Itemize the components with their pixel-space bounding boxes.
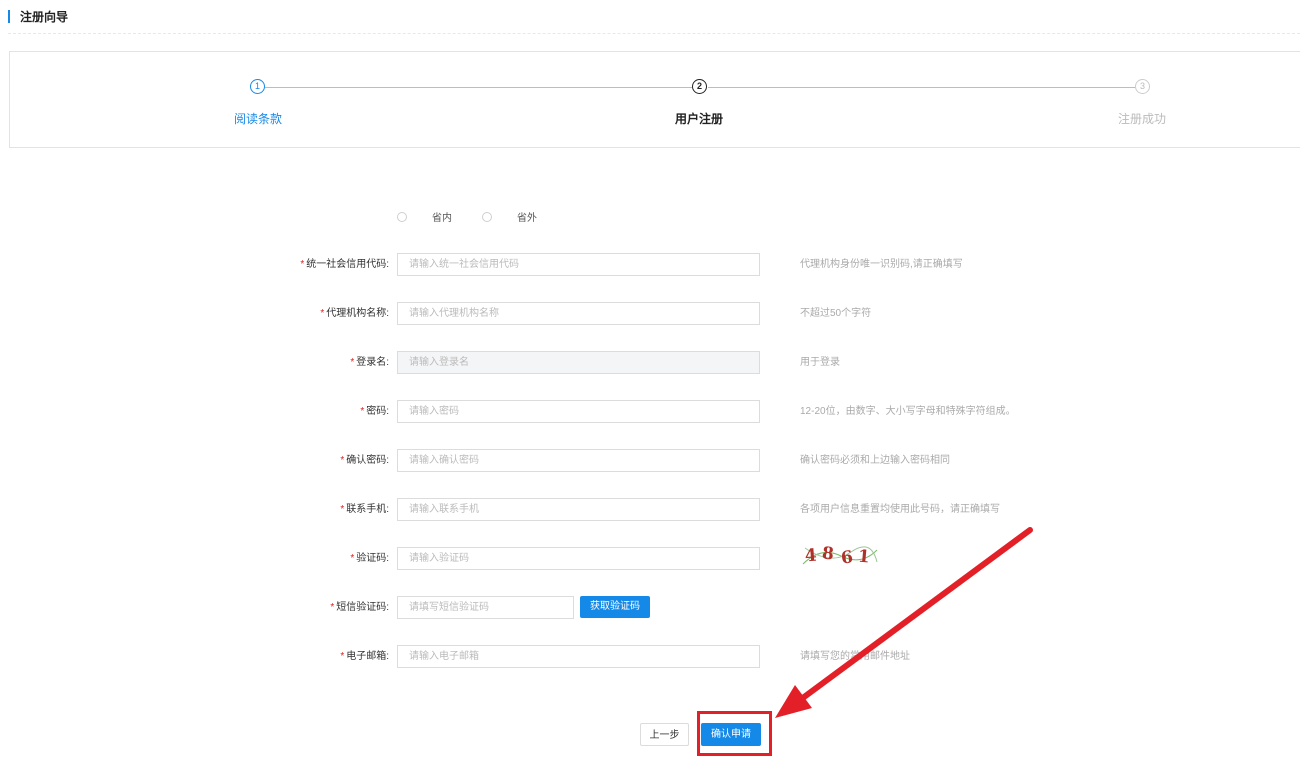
header-accent-bar: [8, 9, 10, 23]
phone-row: * 联系手机: 请输入联系手机 各项用户信息重置均使用此号码，请正确填写: [0, 498, 1300, 521]
step-1-circle: 1: [250, 79, 265, 94]
confirm-password-input[interactable]: 请输入确认密码: [397, 449, 760, 472]
credit-code-input[interactable]: 请输入统一社会信用代码: [397, 253, 760, 276]
login-name-hint: 用于登录: [800, 357, 840, 368]
step-2-label: 用户注册: [674, 112, 723, 126]
password-hint: 12-20位，由数字、大小写字母和特殊字符组成。: [800, 406, 1016, 417]
email-row: * 电子邮箱: 请输入电子邮箱 请填写您的常用邮件地址: [0, 645, 1300, 668]
sms-code-row: * 短信验证码: 请填写短信验证码 获取验证码: [0, 596, 1300, 619]
page-title: 注册向导: [20, 9, 69, 24]
annotation-highlight-box: [697, 711, 772, 756]
sms-code-input[interactable]: 请填写短信验证码: [397, 596, 574, 619]
credit-code-hint: 代理机构身份唯一识别码,请正确填写: [800, 259, 963, 270]
required-mark: *: [330, 602, 335, 613]
confirm-password-hint: 确认密码必须和上边输入密码相同: [800, 455, 950, 466]
required-mark: *: [300, 259, 305, 270]
page-header: 注册向导: [8, 6, 68, 26]
required-mark: *: [350, 357, 355, 368]
email-hint: 请填写您的常用邮件地址: [800, 651, 910, 662]
step-connector: [708, 87, 1135, 88]
region-radio-in-province[interactable]: [397, 211, 407, 222]
confirm-password-row: * 确认密码: 请输入确认密码 确认密码必须和上边输入密码相同: [0, 449, 1300, 472]
agency-name-row: * 代理机构名称: 请输入代理机构名称 不超过50个字符: [0, 302, 1300, 325]
sms-code-label: 短信验证码: [336, 602, 387, 613]
step-connector: [265, 87, 692, 88]
svg-text:4: 4: [804, 546, 817, 567]
email-label: 电子邮箱: [346, 651, 387, 662]
region-radio-group: 省内 省外: [397, 209, 567, 224]
get-sms-code-button[interactable]: 获取验证码: [580, 596, 650, 618]
credit-code-label: 统一社会信用代码: [306, 259, 387, 270]
phone-input[interactable]: 请输入联系手机: [397, 498, 760, 521]
phone-label: 联系手机: [346, 504, 387, 515]
login-name-row: * 登录名: 请输入登录名 用于登录: [0, 351, 1300, 374]
agency-name-input[interactable]: 请输入代理机构名称: [397, 302, 760, 325]
step-3-label: 注册成功: [1117, 112, 1166, 126]
svg-text:8: 8: [821, 543, 835, 564]
login-name-label: 登录名: [356, 357, 387, 368]
region-label-in-province: 省内: [432, 213, 452, 224]
agency-name-label: 代理机构名称: [326, 308, 387, 319]
required-mark: *: [360, 406, 365, 417]
email-input[interactable]: 请输入电子邮箱: [397, 645, 760, 668]
step-2-circle: 2: [692, 79, 707, 94]
prev-step-button[interactable]: 上一步: [640, 723, 689, 746]
credit-code-row: * 统一社会信用代码: 请输入统一社会信用代码 代理机构身份唯一识别码,请正确填写: [0, 253, 1300, 276]
login-name-input[interactable]: 请输入登录名: [397, 351, 760, 374]
password-input[interactable]: 请输入密码: [397, 400, 760, 423]
captcha-label: 验证码: [356, 553, 387, 564]
captcha-input[interactable]: 请输入验证码: [397, 547, 760, 570]
captcha-image[interactable]: 4 8 6 1: [801, 542, 879, 568]
header-divider: [8, 33, 1300, 34]
required-mark: *: [350, 553, 355, 564]
step-3-circle: 3: [1135, 79, 1150, 94]
step-indicator: [9, 51, 1300, 148]
required-mark: *: [340, 455, 345, 466]
confirm-password-label: 确认密码: [346, 455, 387, 466]
password-label: 密码: [366, 406, 387, 417]
captcha-row: * 验证码: 请输入验证码 4 8 6 1: [0, 542, 1300, 570]
required-mark: *: [340, 504, 345, 515]
required-mark: *: [320, 308, 325, 319]
svg-text:1: 1: [857, 547, 871, 568]
region-label-out-province: 省外: [517, 213, 537, 224]
step-1-label: 阅读条款: [233, 112, 282, 126]
required-mark: *: [340, 651, 345, 662]
password-row: * 密码: 请输入密码 12-20位，由数字、大小写字母和特殊字符组成。: [0, 400, 1300, 423]
region-radio-out-province[interactable]: [482, 211, 492, 222]
phone-hint: 各项用户信息重置均使用此号码，请正确填写: [800, 504, 1000, 515]
agency-name-hint: 不超过50个字符: [800, 308, 872, 319]
